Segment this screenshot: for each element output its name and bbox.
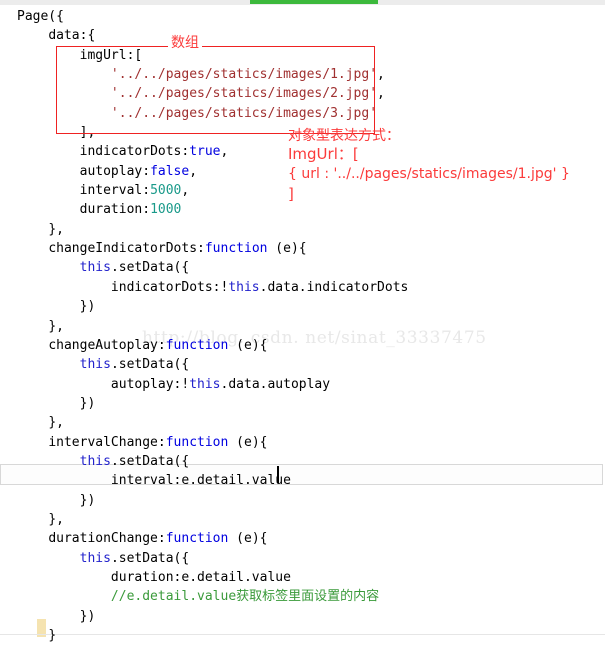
code-token: function bbox=[165, 434, 229, 450]
code-token: 5000 bbox=[150, 183, 182, 199]
code-token: interval:e.detail.value bbox=[110, 473, 291, 489]
code-token: .setData({ bbox=[110, 453, 190, 469]
code-token: '../../pages/statics/images/1.jpg' bbox=[110, 67, 378, 83]
annotation-object-line-1: ImgUrl：[ bbox=[288, 145, 359, 163]
code-line: intervalChange:function (e){ bbox=[0, 433, 408, 452]
code-editor[interactable]: http://blog. csdn. net/sinat_33337475 Pa… bbox=[0, 5, 605, 643]
code-line: this.setData({ bbox=[0, 549, 408, 568]
code-token: .data.indicatorDots bbox=[259, 279, 409, 295]
code-token: Page({ bbox=[17, 9, 64, 24]
code-line: durationChange:function (e){ bbox=[0, 529, 408, 548]
code-token: data:{ bbox=[48, 28, 96, 44]
code-token: , bbox=[377, 67, 385, 83]
source-code[interactable]: Page({ data:{ imgUrl:[ '../../pages/stat… bbox=[0, 5, 408, 645]
code-token: 1000 bbox=[150, 202, 182, 218]
annotation-object-line-2: { url : '../../pages/statics/images/1.jp… bbox=[288, 166, 570, 182]
code-token: duration:e.detail.value bbox=[110, 569, 291, 585]
code-line: this.setData({ bbox=[0, 258, 408, 277]
code-line: }, bbox=[0, 220, 408, 239]
code-token: '../../pages/statics/images/2.jpg' bbox=[110, 86, 378, 102]
code-token: changeAutoplay: bbox=[48, 337, 166, 353]
code-line: data:{ bbox=[0, 26, 408, 45]
code-line: }, bbox=[0, 413, 408, 432]
code-line: '../../pages/statics/images/2.jpg', bbox=[0, 84, 408, 103]
code-token: (e){ bbox=[228, 434, 268, 450]
code-token: }) bbox=[79, 492, 96, 508]
code-line: }) bbox=[0, 394, 408, 413]
code-token: function bbox=[165, 531, 229, 547]
code-line: duration:1000 bbox=[0, 200, 408, 219]
code-token: autoplay: bbox=[79, 163, 151, 179]
code-token: changeIndicatorDots: bbox=[48, 241, 205, 257]
code-line: autoplay:!this.data.autoplay bbox=[0, 375, 408, 394]
code-line: imgUrl:[ bbox=[0, 46, 408, 65]
code-token: function bbox=[204, 241, 268, 257]
code-token: this bbox=[228, 279, 260, 295]
code-token: }, bbox=[48, 511, 64, 527]
annotation-object-line-3: ] bbox=[288, 185, 294, 203]
code-token: , bbox=[220, 144, 229, 160]
code-line: changeIndicatorDots:function (e){ bbox=[0, 239, 408, 258]
code-token: imgUrl:[ bbox=[79, 47, 143, 63]
code-token: true bbox=[189, 144, 221, 160]
loading-progress-fill bbox=[250, 0, 378, 4]
code-line: }, bbox=[0, 510, 408, 529]
text-caret bbox=[277, 466, 279, 483]
code-line: duration:e.detail.value bbox=[0, 568, 408, 587]
code-token: }, bbox=[48, 221, 64, 237]
code-token: (e){ bbox=[228, 531, 268, 547]
code-token: }, bbox=[48, 318, 64, 334]
code-token: indicatorDots:! bbox=[110, 279, 229, 295]
code-token: .setData({ bbox=[110, 357, 190, 373]
code-token: this bbox=[79, 260, 111, 276]
code-line: '../../pages/statics/images/3.jpg' bbox=[0, 104, 408, 123]
code-line: } bbox=[0, 626, 408, 645]
code-token: } bbox=[48, 628, 57, 643]
code-token: this bbox=[79, 357, 111, 373]
code-token: .setData({ bbox=[110, 260, 190, 276]
code-token: (e){ bbox=[228, 337, 268, 353]
code-token: .setData({ bbox=[110, 550, 190, 566]
code-line: }) bbox=[0, 607, 408, 626]
code-token: this bbox=[189, 376, 221, 392]
code-token: interval: bbox=[79, 183, 151, 199]
code-token: this bbox=[79, 550, 111, 566]
code-token: , bbox=[377, 86, 385, 102]
code-token: '../../pages/statics/images/3.jpg' bbox=[110, 105, 378, 121]
annotation-label-array: 数组 bbox=[168, 35, 202, 51]
code-line: }) bbox=[0, 297, 408, 316]
code-token: }) bbox=[79, 395, 96, 411]
code-line: '../../pages/statics/images/1.jpg', bbox=[0, 65, 408, 84]
code-token: }) bbox=[79, 299, 96, 315]
code-line: Page({ bbox=[0, 7, 408, 26]
code-token: }, bbox=[48, 415, 64, 431]
code-token: , bbox=[181, 183, 190, 199]
code-line: }, bbox=[0, 317, 408, 336]
code-token: }) bbox=[79, 608, 96, 624]
code-token: intervalChange: bbox=[48, 434, 166, 450]
code-line: interval:e.detail.value bbox=[0, 471, 408, 490]
code-token: .data.autoplay bbox=[220, 376, 331, 392]
code-token: indicatorDots: bbox=[79, 144, 190, 160]
code-token: (e){ bbox=[267, 241, 307, 257]
code-token: durationChange: bbox=[48, 531, 166, 547]
code-token: this bbox=[79, 453, 111, 469]
code-line: //e.detail.value获取标签里面设置的内容 bbox=[0, 587, 408, 606]
code-token: ], bbox=[79, 125, 96, 141]
code-token: false bbox=[150, 163, 190, 179]
code-token: function bbox=[165, 337, 229, 353]
code-line: changeAutoplay:function (e){ bbox=[0, 336, 408, 355]
code-token: autoplay:! bbox=[110, 376, 190, 392]
code-token: //e.detail.value获取标签里面设置的内容 bbox=[110, 589, 380, 605]
code-line: }) bbox=[0, 491, 408, 510]
annotation-object-title: 对象型表达方式： bbox=[288, 128, 400, 144]
code-line: indicatorDots:!this.data.indicatorDots bbox=[0, 278, 408, 297]
code-token: , bbox=[189, 163, 198, 179]
code-line: this.setData({ bbox=[0, 452, 408, 471]
code-token: duration: bbox=[79, 202, 151, 218]
code-line: this.setData({ bbox=[0, 355, 408, 374]
